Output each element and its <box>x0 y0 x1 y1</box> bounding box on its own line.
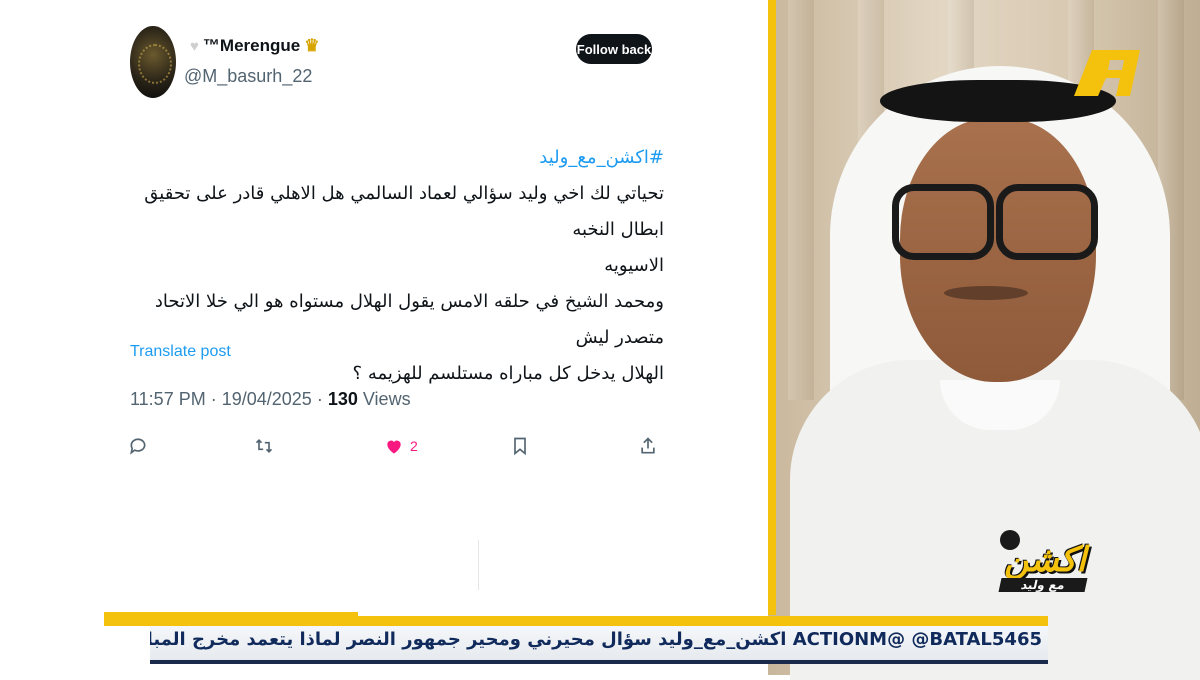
tweet-actions: 2 <box>128 436 658 462</box>
views-count: 130 <box>327 389 358 409</box>
like-count: 2 <box>410 438 418 454</box>
yellow-frame <box>768 0 776 615</box>
bookmark-button[interactable] <box>510 436 530 456</box>
retweet-button[interactable] <box>254 436 274 456</box>
hashtag-link[interactable]: #اكشن_مع_وليد <box>128 140 664 176</box>
bookmark-icon <box>514 437 526 456</box>
display-name-text: ™Merengue <box>202 36 301 55</box>
views-label: Views <box>362 389 411 409</box>
retweet-icon <box>255 438 273 454</box>
news-ticker: ACTIONM@ @BATAL5465 اكشن_مع_وليد سؤال مح… <box>150 626 1048 664</box>
follow-back-button[interactable]: Follow back <box>576 34 652 64</box>
reply-icon <box>130 438 146 455</box>
share-icon <box>641 437 655 454</box>
show-logo-text: اكشن <box>1004 540 1086 580</box>
ticker-accent-2 <box>358 616 1048 626</box>
like-icon <box>387 440 401 454</box>
show-logo-sub: مع وليد <box>998 578 1088 592</box>
tweet-line-1: تحياتي لك اخي وليد سؤالي لعماد السالمي ه… <box>144 183 664 240</box>
ticker-text: ACTIONM@ @BATAL5465 اكشن_مع_وليد سؤال مح… <box>150 629 1042 650</box>
translate-post-link[interactable]: Translate post <box>130 343 231 361</box>
ticker-accent <box>104 612 358 626</box>
divider <box>478 540 479 590</box>
crown-icon: ♛ <box>304 36 320 55</box>
show-logo: اكشن مع وليد <box>978 534 1112 596</box>
tweet-time[interactable]: 11:57 PM <box>130 389 206 409</box>
share-button[interactable] <box>638 436 658 456</box>
tweet-meta: 11:57 PM · 19/04/2025 · 130 Views <box>130 389 411 409</box>
tweet-date[interactable]: 19/04/2025 <box>222 389 312 409</box>
channel-logo-icon <box>1074 50 1140 96</box>
presenter-mustache <box>944 286 1028 300</box>
glasses-right <box>996 184 1098 260</box>
tweet-line-4: الهلال يدخل كل مباراه مستلسم للهزيمه ؟ <box>352 363 664 384</box>
display-name[interactable]: ♥ ™Merengue ♛ <box>190 36 319 56</box>
reply-button[interactable] <box>128 436 148 456</box>
tweet-line-2: الاسيويه <box>604 255 664 276</box>
heart-badge-icon: ♥ <box>190 38 199 55</box>
tweet-panel: ♥ ™Merengue ♛ @M_basurh_22 Follow back #اك… <box>0 0 768 675</box>
user-handle[interactable]: @M_basurh_22 <box>184 66 312 87</box>
like-button[interactable]: 2 <box>384 436 418 456</box>
glasses-icon <box>892 184 994 260</box>
user-avatar[interactable] <box>130 26 176 98</box>
